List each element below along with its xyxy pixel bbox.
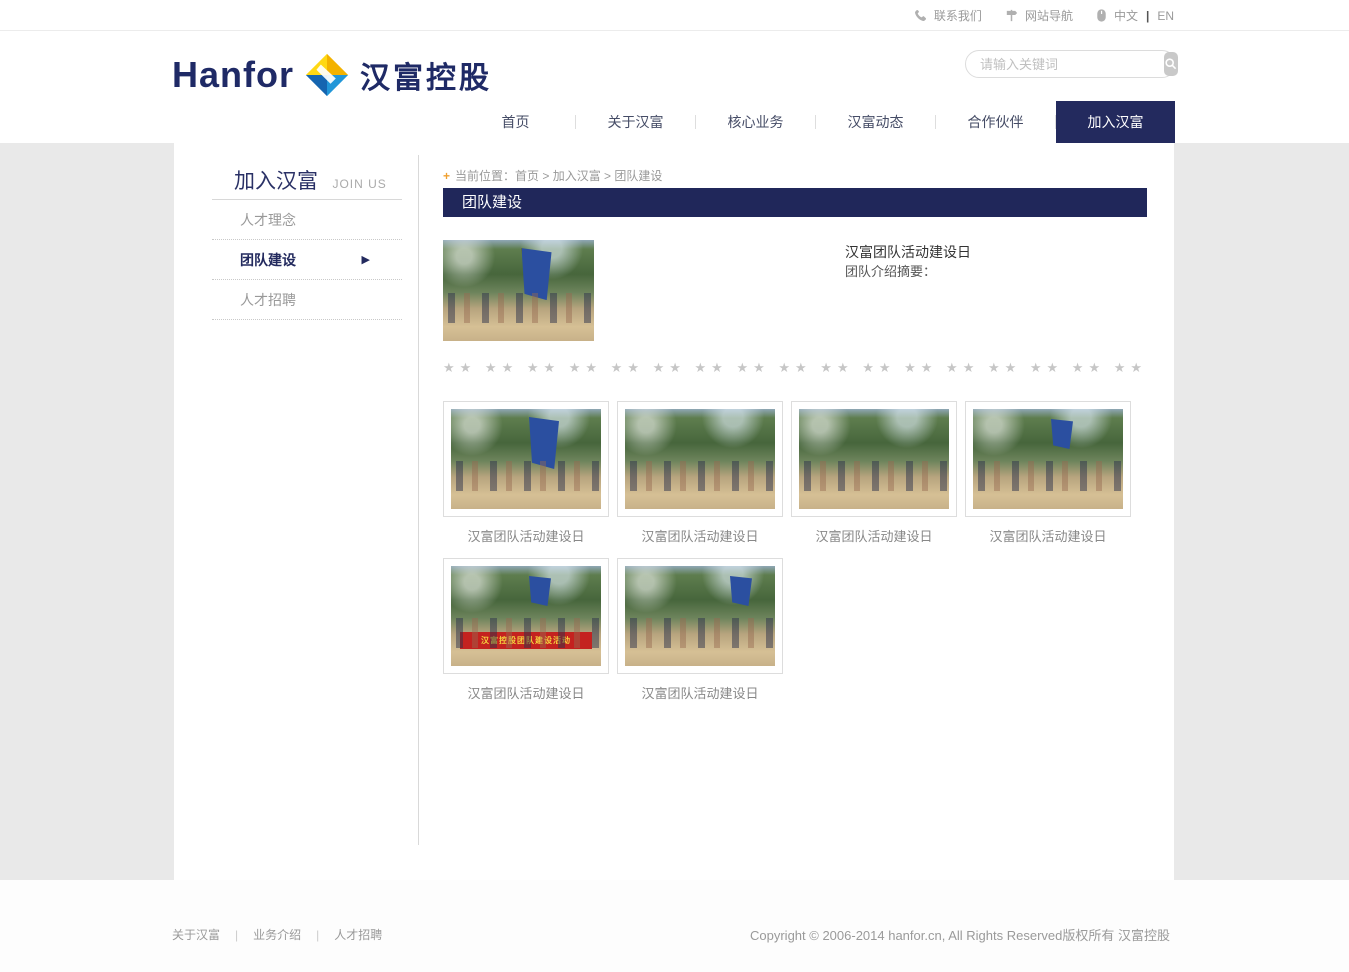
nav-item-core-business[interactable]: 核心业务 [696, 101, 815, 143]
footer-link-recruitment[interactable]: 人才招聘 [334, 926, 382, 943]
search-box [965, 50, 1176, 78]
sidebar-item-recruitment[interactable]: 人才招聘 [212, 280, 402, 320]
flag-graphic [1051, 419, 1073, 449]
featured-title[interactable]: 汉富团队活动建设日 [845, 243, 971, 262]
topbar: 联系我们 网站导航 中文 | EN [0, 0, 1349, 31]
gallery-item[interactable]: 汉富团队活动建设日 [443, 401, 609, 544]
gallery-item[interactable]: 汉富团队活动建设日 [791, 401, 957, 544]
nav-item-home[interactable]: 首页 [456, 101, 575, 143]
lang-separator: | [1146, 9, 1149, 23]
lang-zh[interactable]: 中文 [1114, 7, 1138, 24]
gallery-item[interactable]: 汉富团队活动建设日 [617, 401, 783, 544]
search-icon [1164, 57, 1178, 71]
featured-summary-label: 团队介绍摘要： [845, 262, 971, 281]
photo-thumbnail-group-photo [625, 566, 775, 666]
sidebar-title: 加入汉富 [234, 170, 318, 193]
logo[interactable]: Hanfor 汉富控股 [172, 53, 492, 97]
sidebar-item-label: 团队建设 [240, 252, 296, 268]
contact-label: 联系我们 [934, 7, 982, 24]
flag-graphic [529, 417, 559, 469]
mouse-icon [1095, 8, 1108, 23]
flag-graphic [730, 576, 752, 606]
photo-thumbnail-flag-raising [451, 409, 601, 509]
contact-link[interactable]: 联系我们 [913, 7, 982, 24]
logo-text-cn: 汉富控股 [360, 53, 492, 97]
photo-card [443, 401, 609, 517]
page: 联系我们 网站导航 中文 | EN Hanfor [0, 0, 1349, 972]
photo-caption[interactable]: 汉富团队活动建设日 [791, 526, 957, 544]
content-panel: 加入汉富 JOIN US 人才理念 团队建设 ▶ 人才招聘 +当前位置：首页 [174, 143, 1174, 880]
footer-link-divider: | [235, 928, 238, 942]
vertical-divider [418, 155, 419, 845]
photo-card [965, 401, 1131, 517]
nav-item-join-us[interactable]: 加入汉富 [1056, 101, 1175, 143]
photo-gallery: 汉富团队活动建设日 汉富团队活动建设日 汉富团队活动建设日 [443, 401, 1155, 715]
lang-en[interactable]: EN [1157, 9, 1174, 23]
logo-text-en: Hanfor [172, 54, 294, 96]
sidebar-item-team-building[interactable]: 团队建设 ▶ [212, 240, 402, 280]
footer-links: 关于汉富 | 业务介绍 | 人才招聘 [172, 926, 382, 943]
red-banner-text: 汉富控股团队建设活动 [460, 632, 592, 649]
photo-thumbnail-group-flag [973, 409, 1123, 509]
photo-team-flag [443, 240, 594, 341]
photo-card [617, 401, 783, 517]
photo-caption[interactable]: 汉富团队活动建设日 [965, 526, 1131, 544]
photo-card: 汉富控股团队建设活动 [443, 558, 609, 674]
breadcrumb-plus-icon: + [443, 169, 450, 183]
photo-caption[interactable]: 汉富团队活动建设日 [443, 683, 609, 701]
photo-thumbnail-tug-of-war [799, 409, 949, 509]
gallery-item[interactable]: 汉富团队活动建设日 [617, 558, 783, 701]
sidebar-item-talent-philosophy[interactable]: 人才理念 [212, 200, 402, 240]
gallery-item[interactable]: 汉富控股团队建设活动 汉富团队活动建设日 [443, 558, 609, 701]
photo-caption[interactable]: 汉富团队活动建设日 [617, 526, 783, 544]
arrow-right-icon: ▶ [362, 240, 370, 280]
photo-card [617, 558, 783, 674]
phone-icon [913, 8, 928, 23]
language-switch: 中文 | EN [1095, 7, 1174, 24]
sidebar-item-label: 人才招聘 [240, 292, 296, 308]
nav-item-about[interactable]: 关于汉富 [576, 101, 695, 143]
breadcrumb: + 当前位置：首页 > 加入汉富 > 团队建设 [443, 167, 662, 184]
footer-link-divider: | [316, 928, 319, 942]
photo-card [791, 401, 957, 517]
photo-caption[interactable]: 汉富团队活动建设日 [617, 683, 783, 701]
gallery-item[interactable]: 汉富团队活动建设日 [965, 401, 1131, 544]
footer-link-about[interactable]: 关于汉富 [172, 926, 220, 943]
search-input[interactable] [966, 57, 1164, 72]
photo-thumbnail-banner-group: 汉富控股团队建设活动 [451, 566, 601, 666]
breadcrumb-text[interactable]: 当前位置：首页 > 加入汉富 > 团队建设 [455, 169, 662, 183]
footer: 关于汉富 | 业务介绍 | 人才招聘 Copyright © 2006-2014… [0, 880, 1349, 972]
search-button[interactable] [1164, 52, 1178, 76]
star-ornament-divider: ★★ ★★ ★★ ★★ ★★ ★★ ★★ ★★ ★★ ★★ ★★ ★★ ★★ ★… [443, 359, 1147, 377]
sitemap-label: 网站导航 [1025, 7, 1073, 24]
footer-link-business[interactable]: 业务介绍 [253, 926, 301, 943]
photo-thumbnail-game [625, 409, 775, 509]
featured-text: 汉富团队活动建设日 团队介绍摘要： [845, 243, 971, 281]
logo-mark-icon [304, 53, 350, 97]
page-title: 团队建设 [443, 188, 1147, 217]
sidebar-item-label: 人才理念 [240, 212, 296, 228]
featured-photo[interactable] [443, 240, 594, 341]
nav-item-partners[interactable]: 合作伙伴 [936, 101, 1055, 143]
header: Hanfor 汉富控股 首页 关于汉富 核心业务 汉富动态 [0, 31, 1349, 143]
photo-caption[interactable]: 汉富团队活动建设日 [443, 526, 609, 544]
main-nav: 首页 关于汉富 核心业务 汉富动态 合作伙伴 加入汉富 [456, 101, 1175, 143]
flag-graphic [529, 576, 551, 606]
sidebar-subtitle: JOIN US [332, 177, 386, 191]
flag-graphic [522, 248, 552, 300]
sitemap-link[interactable]: 网站导航 [1004, 7, 1073, 24]
nav-item-news[interactable]: 汉富动态 [816, 101, 935, 143]
signpost-icon [1004, 8, 1019, 23]
footer-copyright: Copyright © 2006-2014 hanfor.cn, All Rig… [750, 925, 1170, 944]
